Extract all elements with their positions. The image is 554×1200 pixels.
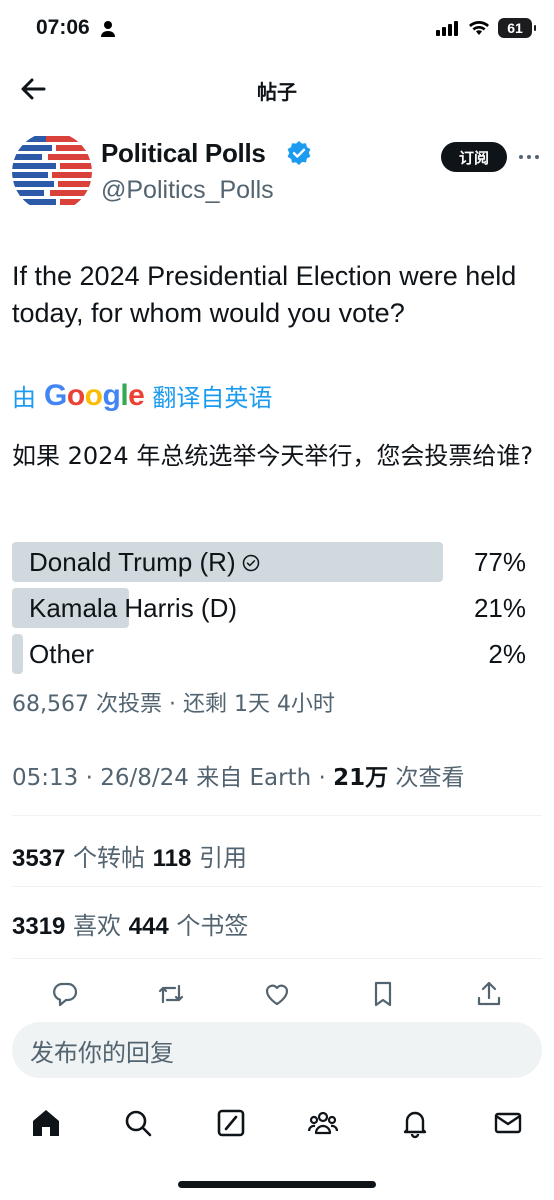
author-name[interactable]: Political Polls	[101, 138, 266, 169]
divider	[12, 886, 542, 887]
avatar[interactable]	[12, 132, 92, 212]
page-title: 帖子	[257, 80, 297, 104]
tweet-text: If the 2024 Presidential Election were h…	[12, 261, 517, 328]
divider	[12, 815, 542, 816]
tweet-meta: 05:13 · 26/8/24 来自 Earth · 21万 次查看	[12, 758, 464, 792]
poll-meta: 68,567 次投票 · 还剩 1天 4小时	[12, 692, 335, 717]
person-icon	[100, 20, 116, 38]
quotes-label[interactable]: 引用	[191, 844, 247, 872]
reply-icon[interactable]	[49, 978, 81, 1010]
likes-label[interactable]: 喜欢	[65, 912, 128, 940]
views-label: 次查看	[388, 765, 465, 791]
poll-bar	[12, 634, 24, 674]
poll-option-text: Other	[29, 639, 95, 669]
poll-option-percent: 77%	[473, 547, 526, 577]
poll-option-percent: 21%	[473, 593, 526, 623]
divider	[12, 958, 542, 959]
poll-option-label: Donald Trump (R)	[29, 547, 260, 578]
wifi-icon	[468, 20, 490, 36]
poll-option: Donald Trump (R) 77%	[12, 542, 542, 582]
poll-option: Other 2%	[12, 634, 542, 674]
cellular-signal-icon	[436, 20, 460, 36]
author-handle[interactable]: @Politics_Polls	[101, 176, 274, 205]
bookmarks-label[interactable]: 个书签	[169, 912, 248, 940]
reposts-count[interactable]: 3537	[12, 845, 65, 872]
battery-indicator: 61	[498, 18, 536, 38]
repost-icon[interactable]	[155, 978, 187, 1010]
status-icons: 61	[436, 18, 536, 38]
google-letter-3: o	[84, 378, 103, 412]
search-icon[interactable]	[121, 1106, 155, 1140]
grok-icon[interactable]	[214, 1106, 248, 1140]
communities-icon[interactable]	[306, 1106, 340, 1140]
verified-badge-icon[interactable]	[286, 140, 312, 166]
bottom-nav	[0, 1098, 554, 1148]
google-letter-5: l	[120, 378, 129, 412]
views-count[interactable]: 21万	[333, 765, 388, 791]
poll-option-label: Other	[29, 639, 94, 670]
subscribe-button[interactable]: 订阅	[441, 142, 507, 172]
reply-input[interactable]: 发布你的回复	[12, 1022, 542, 1078]
messages-icon[interactable]	[491, 1106, 525, 1140]
google-letter-2: o	[66, 378, 85, 412]
poll-option-percent: 2%	[488, 639, 526, 669]
poll-option-text: Donald Trump (R)	[29, 547, 236, 577]
translation-attribution[interactable]: 由 Google 翻译自英语	[12, 378, 272, 413]
share-icon[interactable]	[473, 978, 505, 1010]
google-logo: Google	[44, 378, 145, 413]
like-icon[interactable]	[261, 978, 293, 1010]
home-icon[interactable]	[29, 1106, 63, 1140]
quotes-count[interactable]: 118	[153, 845, 192, 872]
check-circle-icon	[242, 554, 260, 572]
translated-text: 如果 2024 年总统选举今天举行，您会投票给谁?	[12, 442, 534, 470]
translate-prefix: 由	[12, 384, 36, 412]
like-stats: 3319 喜欢 444 个书签	[12, 906, 248, 941]
translate-suffix: 翻译自英语	[152, 384, 273, 412]
repost-stats: 3537 个转帖 118 引用	[12, 838, 247, 873]
notifications-icon[interactable]	[398, 1106, 432, 1140]
google-letter-6: e	[128, 378, 145, 412]
poll-option-text: Kamala Harris (D)	[29, 593, 238, 623]
google-letter-1: G	[44, 378, 67, 412]
poll-option: Kamala Harris (D) 21%	[12, 588, 542, 628]
bookmarks-count[interactable]: 444	[129, 913, 169, 940]
poll-option-label: Kamala Harris (D)	[29, 593, 237, 624]
status-time: 07:06	[36, 16, 90, 39]
google-letter-4: g	[102, 378, 121, 412]
likes-count[interactable]: 3319	[12, 913, 65, 940]
home-indicator	[178, 1181, 376, 1188]
bookmark-icon[interactable]	[367, 978, 399, 1010]
action-bar	[12, 978, 542, 1010]
tweet-time-source: 05:13 · 26/8/24 来自 Earth ·	[12, 765, 334, 791]
more-options-icon[interactable]	[516, 147, 542, 167]
reposts-label[interactable]: 个转帖	[65, 844, 152, 872]
